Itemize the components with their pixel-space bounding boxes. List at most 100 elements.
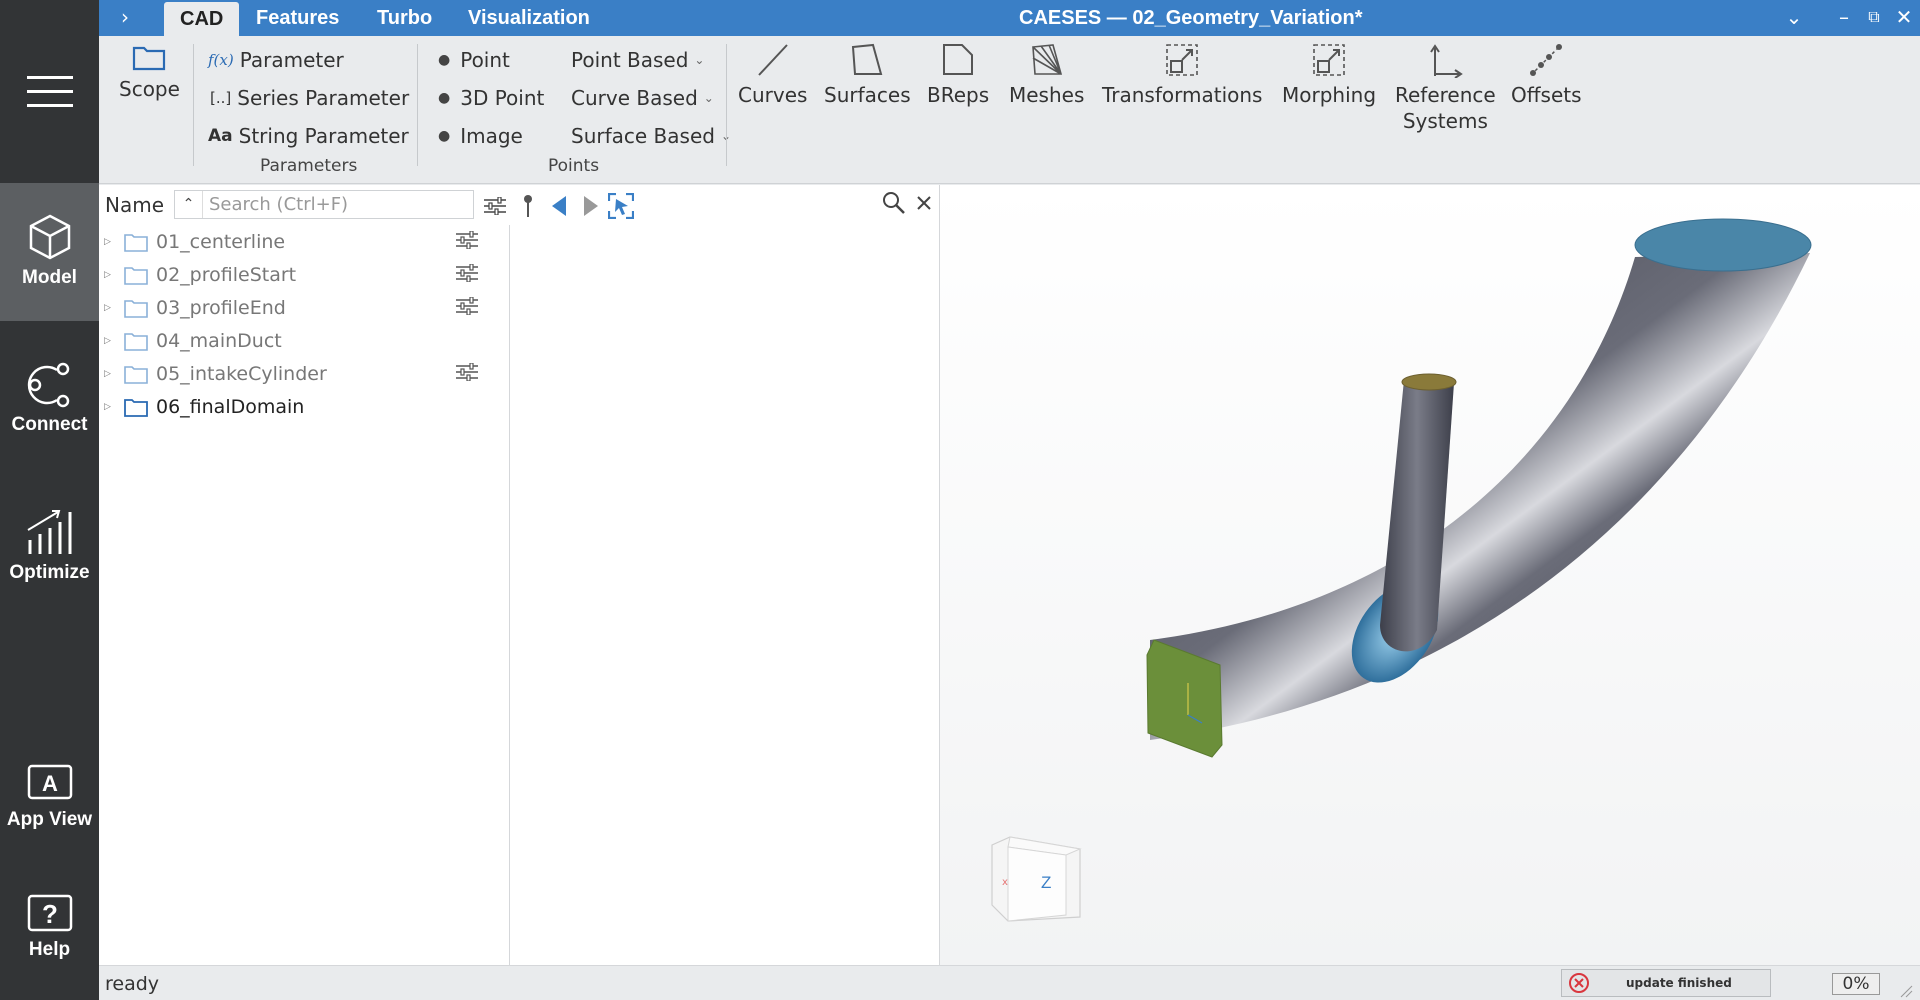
surfaces-button[interactable]: Surfaces (824, 42, 911, 108)
tree-row-label: 06_finalDomain (156, 395, 305, 418)
tree-row-label: 01_centerline (156, 230, 286, 253)
tree-row[interactable]: ▷ 02_profileStart (99, 258, 510, 291)
tab-features[interactable]: Features (240, 0, 355, 36)
sort-up-icon[interactable]: ⌃ (175, 191, 203, 218)
window-title: CAESES — 02_Geometry_Variation* (1019, 7, 1363, 29)
fx-icon: f(x) (208, 51, 234, 69)
tree-search-box: ⌃ (174, 190, 474, 219)
reference-systems-button[interactable]: Reference Systems (1395, 42, 1496, 134)
surface-based-dropdown[interactable]: Surface Based ⌄ (571, 124, 731, 148)
cylinder-top-face (1401, 373, 1457, 391)
breps-button[interactable]: BReps (927, 42, 989, 108)
string-icon: Aa (208, 126, 233, 146)
tree-row-label: 02_profileStart (156, 263, 297, 286)
tree-row[interactable]: ▷ 06_finalDomain (99, 390, 510, 423)
svg-text:x: x (1002, 877, 1008, 888)
search-input[interactable] (203, 194, 473, 215)
string-parameter-button[interactable]: Aa String Parameter (208, 124, 409, 148)
tree-row[interactable]: ▷ 04_mainDuct (99, 324, 510, 357)
tree-row[interactable]: ▷ 05_intakeCylinder (99, 357, 510, 390)
offsets-button[interactable]: Offsets (1511, 42, 1582, 108)
left-sidebar: Model Connect Optimize A App View ? Help (0, 0, 99, 1000)
tab-visualization[interactable]: Visualization (452, 0, 606, 36)
series-parameter-button[interactable]: [..] Series Parameter (210, 86, 409, 110)
close-button[interactable]: ✕ (1889, 0, 1919, 36)
search-icon[interactable] (882, 191, 906, 215)
nav-cube-z-label: Z (1041, 873, 1052, 892)
optimize-chart-icon (26, 510, 71, 554)
point-based-dropdown[interactable]: Point Based ⌄ (571, 48, 704, 72)
point-based-label: Point Based (571, 48, 689, 72)
sidebar-item-model[interactable]: Model (0, 183, 99, 321)
name-column-header[interactable]: Name (105, 193, 164, 217)
select-mode-icon[interactable] (608, 193, 634, 219)
expand-triangle-icon[interactable]: ▷ (104, 303, 118, 313)
settings-sliders-icon[interactable] (456, 264, 478, 282)
offsets-label: Offsets (1511, 83, 1582, 107)
folder-icon (124, 365, 148, 384)
expand-triangle-icon[interactable]: ▷ (104, 270, 118, 280)
transformations-label: Transformations (1102, 83, 1263, 107)
help-icon: ? (27, 894, 72, 932)
transformations-button[interactable]: Transformations (1102, 42, 1262, 108)
resize-grip-icon[interactable] (1899, 984, 1913, 998)
image-label: Image (460, 124, 523, 148)
tree-row[interactable]: ▷ 03_profileEnd (99, 291, 510, 324)
settings-sliders-icon[interactable] (456, 231, 478, 249)
expand-triangle-icon[interactable]: ▷ (104, 237, 118, 247)
navigation-cube[interactable]: x Z (988, 835, 1084, 925)
sidebar-item-label: App View (6, 809, 93, 830)
ribbon-separator (417, 44, 418, 166)
bullet-icon: ● (438, 52, 451, 68)
folder-icon (124, 266, 148, 285)
bullet-icon: ● (438, 90, 451, 106)
pin-icon[interactable] (522, 193, 534, 219)
tab-cad[interactable]: CAD (164, 2, 240, 36)
settings-sliders-icon[interactable] (456, 363, 478, 381)
tree-header: Name ⌃ (99, 185, 510, 225)
scope-label: Scope (119, 77, 180, 101)
expand-triangle-icon[interactable]: ▷ (104, 369, 118, 379)
meshes-button[interactable]: Meshes (1009, 42, 1084, 108)
string-parameter-label: String Parameter (238, 124, 409, 148)
restore-button[interactable]: ⧉ (1859, 0, 1889, 36)
update-status-box[interactable]: update finished (1561, 969, 1771, 997)
dropdown-chevron-icon[interactable]: ⌄ (1779, 0, 1809, 36)
tree-row[interactable]: ▷ 01_centerline (99, 225, 510, 258)
back-arrow-icon[interactable] (550, 195, 568, 217)
chevron-down-icon: ⌄ (703, 91, 714, 105)
folder-icon (124, 398, 148, 417)
expand-chevron-icon[interactable]: › (121, 0, 129, 36)
expand-triangle-icon[interactable]: ▷ (104, 336, 118, 346)
properties-panel (510, 185, 940, 965)
parameter-button[interactable]: f(x) Parameter (208, 48, 344, 72)
sidebar-item-app-view[interactable]: A App View (0, 763, 99, 853)
mesh-icon (1031, 44, 1062, 75)
point-button[interactable]: ● Point (438, 48, 510, 72)
breps-label: BReps (927, 83, 990, 107)
forward-arrow-icon[interactable] (582, 195, 600, 217)
3d-viewport[interactable]: x Z (940, 185, 1920, 965)
3d-point-label: 3D Point (460, 86, 545, 110)
curve-based-dropdown[interactable]: Curve Based ⌄ (571, 86, 714, 110)
tab-turbo[interactable]: Turbo (361, 0, 448, 36)
points-group-label: Points (548, 156, 600, 176)
minimize-button[interactable]: – (1829, 0, 1859, 36)
tree-row-label: 03_profileEnd (156, 296, 286, 319)
scope-button[interactable]: Scope (119, 42, 180, 102)
filter-options-icon[interactable] (484, 197, 506, 215)
expand-triangle-icon[interactable]: ▷ (104, 402, 118, 412)
sidebar-item-help[interactable]: ? Help (0, 893, 99, 983)
3d-point-button[interactable]: ● 3D Point (438, 86, 544, 110)
menu-button[interactable] (0, 0, 99, 183)
settings-sliders-icon[interactable] (456, 297, 478, 315)
morphing-button[interactable]: Morphing (1282, 42, 1376, 108)
curves-button[interactable]: Curves (738, 42, 807, 108)
morphing-label: Morphing (1282, 83, 1377, 107)
sidebar-item-optimize[interactable]: Optimize (0, 508, 99, 598)
image-button[interactable]: ● Image (438, 124, 523, 148)
sidebar-item-connect[interactable]: Connect (0, 362, 99, 452)
curves-label: Curves (738, 83, 808, 107)
close-icon[interactable] (916, 195, 932, 211)
hamburger-icon (26, 75, 73, 107)
